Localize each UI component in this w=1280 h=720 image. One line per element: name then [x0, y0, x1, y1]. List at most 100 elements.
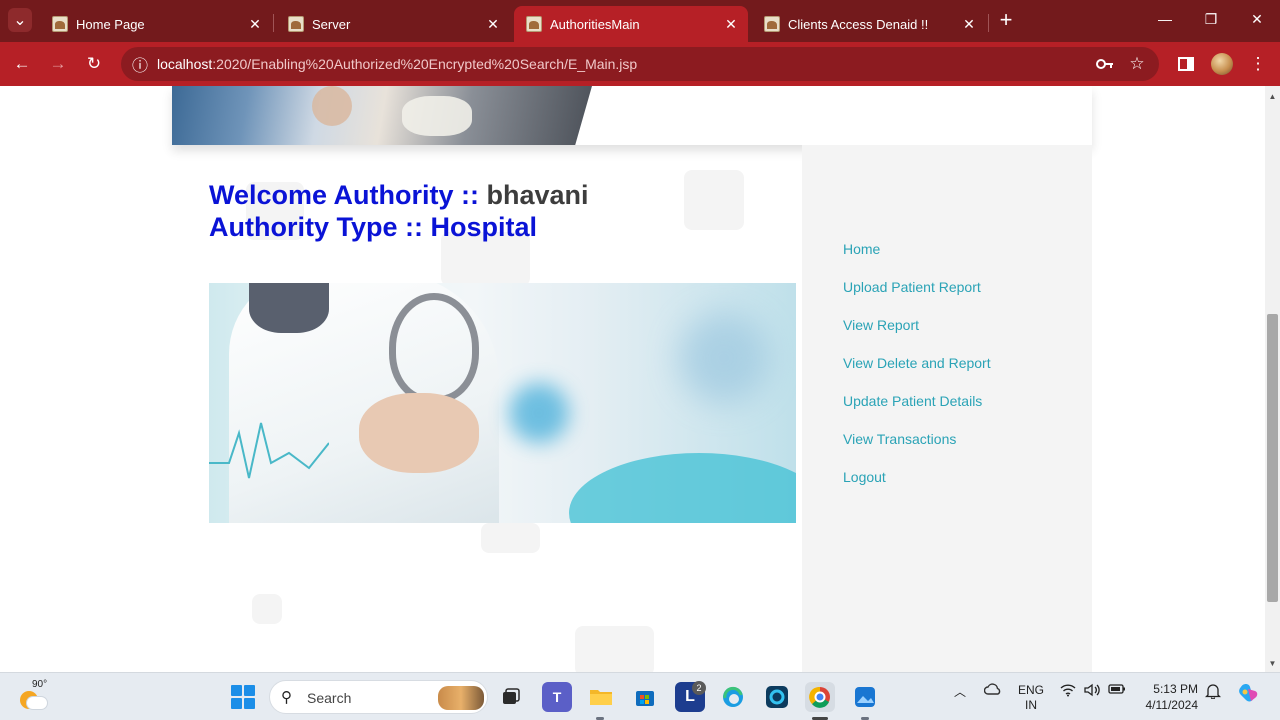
decorative-square [481, 523, 540, 553]
notifications-icon[interactable] [1204, 683, 1222, 702]
page-viewport: Welcome Authority :: bhavani Authority T… [0, 86, 1265, 672]
page-favicon-icon [52, 16, 68, 32]
side-panel-icon [1178, 57, 1194, 71]
decorative-square [684, 170, 744, 230]
tab-title: Server [312, 16, 351, 32]
language-indicator[interactable]: ENG IN [1018, 683, 1044, 713]
search-label: Search [307, 690, 352, 706]
clock-time: 5:13 PM [1153, 682, 1198, 696]
arrow-left-icon: ← [13, 54, 31, 73]
side-panel-button[interactable] [1172, 50, 1200, 78]
close-icon[interactable]: ✕ [482, 13, 504, 35]
microsoft-store-icon[interactable] [630, 682, 660, 712]
password-key-icon[interactable] [1093, 53, 1117, 75]
start-button[interactable] [231, 685, 255, 709]
vertical-scrollbar[interactable]: ▲ ▼ [1265, 86, 1280, 672]
close-window-button[interactable]: ✕ [1234, 4, 1280, 34]
system-clock[interactable]: 5:13 PM 4/11/2024 [1140, 681, 1199, 713]
restore-icon: ❐ [1204, 10, 1218, 27]
nav-view-delete-and-report-link[interactable]: View Delete and Report [843, 355, 991, 371]
tab-authorities-main[interactable]: AuthoritiesMain ✕ [514, 6, 748, 42]
clock-date: 4/11/2024 [1145, 698, 1199, 712]
arrow-right-icon: → [49, 54, 67, 73]
browser-menu-button[interactable]: ⋮ [1244, 50, 1272, 78]
photos-app-icon[interactable] [850, 682, 880, 712]
language-code: ENG [1018, 683, 1045, 697]
edge-browser-icon[interactable] [718, 682, 748, 712]
browser-toolbar: ← → ↻ ⓘ localhost:2020/Enabling%20Author… [0, 42, 1280, 86]
nav-home-link[interactable]: Home [843, 241, 880, 257]
tab-clients-access-denied[interactable]: Clients Access Denaid !! ✕ [752, 6, 986, 42]
search-highlight-image [438, 686, 484, 710]
nav-logout-link[interactable]: Logout [843, 469, 886, 485]
banner-image [172, 86, 592, 145]
teams-icon[interactable]: T [542, 682, 572, 712]
tab-home-page[interactable]: Home Page ✕ [40, 6, 272, 42]
profile-avatar[interactable] [1211, 53, 1233, 75]
url-host: localhost [157, 56, 213, 72]
tab-divider [988, 14, 989, 32]
authority-name: bhavani [486, 180, 589, 210]
more-vertical-icon: ⋮ [1249, 54, 1267, 73]
cloud-icon [27, 697, 47, 709]
volume-icon[interactable] [1084, 683, 1100, 700]
bookmark-star-icon[interactable]: ☆ [1125, 52, 1149, 76]
tab-title: Home Page [76, 16, 145, 32]
page-favicon-icon [764, 16, 780, 32]
battery-icon[interactable] [1108, 683, 1126, 698]
wifi-icon[interactable] [1060, 683, 1076, 700]
back-button[interactable]: ← [8, 50, 36, 78]
file-explorer-icon[interactable] [586, 682, 616, 712]
windows-taskbar: 90° ⚲ Search T L 2 ︿ ENG IN 5:13 PM 4/11… [0, 672, 1280, 720]
authority-type-heading: Authority Type :: Hospital [209, 212, 537, 243]
address-bar[interactable]: ⓘ localhost:2020/Enabling%20Authorized%2… [121, 47, 1159, 81]
tab-search-button[interactable]: ⌄ [8, 8, 32, 32]
nav-view-transactions-link[interactable]: View Transactions [843, 431, 956, 447]
chevron-up-icon: ︿ [954, 685, 967, 699]
decorative-square [575, 626, 654, 672]
cortana-icon[interactable] [762, 682, 792, 712]
minimize-button[interactable]: — [1142, 4, 1188, 34]
reload-button[interactable]: ↻ [80, 50, 108, 78]
close-icon[interactable]: ✕ [244, 13, 266, 35]
copilot-icon[interactable] [1236, 681, 1260, 708]
tab-server[interactable]: Server ✕ [276, 6, 510, 42]
close-icon[interactable]: ✕ [720, 13, 742, 35]
new-tab-button[interactable]: + [994, 7, 1018, 32]
page-favicon-icon [526, 16, 542, 32]
forward-button[interactable]: → [44, 50, 72, 78]
tab-title: Clients Access Denaid !! [788, 16, 929, 32]
restore-button[interactable]: ❐ [1188, 4, 1234, 34]
welcome-heading: Welcome Authority :: bhavani [209, 180, 589, 211]
page-favicon-icon [288, 16, 304, 32]
taskbar-search[interactable]: ⚲ Search [269, 680, 488, 714]
sidebar-nav: Home Upload Patient Report View Report V… [802, 145, 1092, 672]
task-view-icon[interactable] [496, 682, 526, 712]
show-hidden-icons-button[interactable]: ︿ [954, 683, 966, 700]
nav-view-report-link[interactable]: View Report [843, 317, 919, 333]
welcome-label: Welcome Authority :: [209, 180, 487, 210]
doctor-stethoscope-image [209, 283, 796, 523]
site-info-icon[interactable]: ⓘ [129, 53, 151, 75]
authority-type-value: Hospital [430, 212, 537, 242]
plus-icon: + [999, 7, 1013, 32]
url-text[interactable]: localhost:2020/Enabling%20Authorized%20E… [157, 56, 637, 72]
authority-type-label: Authority Type :: [209, 212, 431, 242]
tab-title: AuthoritiesMain [550, 16, 640, 32]
url-path: :2020/Enabling%20Authorized%20Encrypted%… [212, 56, 638, 72]
chrome-icon[interactable] [805, 682, 835, 712]
tab-divider [273, 14, 274, 32]
minimize-icon: — [1158, 11, 1172, 27]
close-icon: ✕ [1251, 10, 1263, 27]
weather-widget[interactable]: 90° [18, 679, 50, 713]
nav-upload-patient-report-link[interactable]: Upload Patient Report [843, 279, 981, 295]
scroll-down-arrow-icon[interactable]: ▼ [1265, 656, 1280, 670]
scrollbar-thumb[interactable] [1267, 314, 1278, 602]
onedrive-icon[interactable] [983, 683, 1002, 698]
close-icon[interactable]: ✕ [958, 13, 980, 35]
scroll-up-arrow-icon[interactable]: ▲ [1265, 89, 1280, 103]
search-icon: ⚲ [281, 689, 292, 706]
nav-update-patient-details-link[interactable]: Update Patient Details [843, 393, 982, 409]
browser-tab-bar: ⌄ Home Page ✕ Server ✕ AuthoritiesMain ✕… [0, 0, 1280, 42]
region-code: IN [1025, 698, 1037, 712]
